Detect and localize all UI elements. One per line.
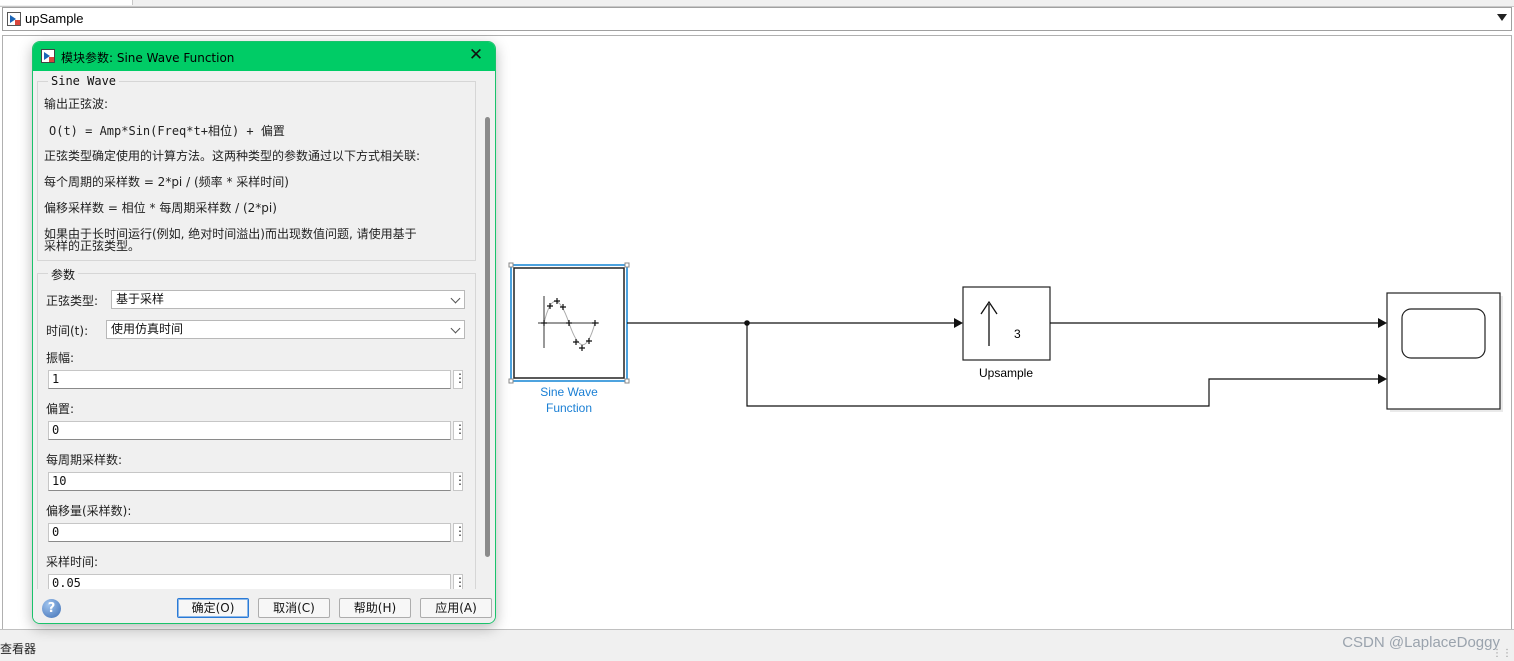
- status-viewer-text[interactable]: 查看器: [0, 640, 36, 657]
- amplitude-label: 振幅:: [46, 351, 75, 365]
- simulink-model-icon: [7, 12, 21, 26]
- description-line: 正弦类型确定使用的计算方法。这两种类型的参数通过以下方式相关联:: [44, 149, 421, 163]
- sine-wave-function-block[interactable]: [508, 262, 630, 384]
- sine-type-value: 基于采样: [116, 292, 165, 306]
- sine-type-label: 正弦类型:: [46, 294, 99, 308]
- time-value: 使用仿真时间: [111, 322, 184, 336]
- apply-button[interactable]: 应用(A): [420, 598, 492, 618]
- description-formula: O(t) = Amp*Sin(Freq*t+相位) + 偏置: [49, 124, 285, 138]
- description-line: 每个周期的采样数 = 2*pi / (频率 * 采样时间): [44, 175, 289, 189]
- description-line: 偏移采样数 = 相位 * 每周期采样数 / (2*pi): [44, 201, 277, 215]
- simulink-block-icon: [41, 49, 55, 63]
- chevron-down-icon: [450, 293, 461, 304]
- more-options-icon[interactable]: ⋮: [453, 472, 466, 491]
- description-group-title: Sine Wave: [48, 74, 120, 88]
- ok-button[interactable]: 确定(O): [177, 598, 249, 618]
- chevron-down-icon: [450, 323, 461, 334]
- more-options-icon[interactable]: ⋮: [453, 523, 466, 542]
- dialog-titlebar[interactable]: 模块参数: Sine Wave Function ✕: [33, 42, 495, 71]
- branch-point: [744, 320, 750, 326]
- model-breadcrumb-bar[interactable]: upSample: [2, 7, 1512, 31]
- more-options-icon[interactable]: ⋮: [453, 574, 466, 589]
- parameters-group-title: 参数: [48, 266, 79, 283]
- sample-time-label: 采样时间:: [46, 555, 99, 569]
- dialog-body[interactable]: Sine Wave 输出正弦波: O(t) = Amp*Sin(Freq*t+相…: [33, 71, 495, 589]
- cancel-button[interactable]: 取消(C): [258, 598, 330, 618]
- offset-samples-field[interactable]: 0: [48, 523, 451, 542]
- samples-per-period-label: 每周期采样数:: [46, 453, 123, 467]
- time-dropdown[interactable]: 使用仿真时间: [106, 320, 465, 339]
- bias-field[interactable]: 0: [48, 421, 451, 440]
- help-button[interactable]: 帮助(H): [339, 598, 411, 618]
- model-tab[interactable]: [0, 0, 133, 5]
- samples-per-period-field[interactable]: 10: [48, 472, 451, 491]
- dialog-footer: ? 确定(O) 取消(C) 帮助(H) 应用(A): [33, 589, 495, 623]
- more-options-icon[interactable]: ⋮: [453, 370, 466, 389]
- time-label: 时间(t):: [46, 324, 89, 338]
- bias-label: 偏置:: [46, 402, 75, 416]
- more-options-icon[interactable]: ⋮: [453, 421, 466, 440]
- sine-type-dropdown[interactable]: 基于采样: [111, 290, 465, 309]
- chevron-down-icon[interactable]: [1497, 14, 1507, 21]
- block-parameters-dialog: 模块参数: Sine Wave Function ✕ Sine Wave 输出正…: [32, 41, 496, 624]
- help-icon[interactable]: ?: [42, 599, 61, 618]
- resize-grip[interactable]: ⋮⋮: [1492, 648, 1512, 659]
- close-icon[interactable]: ✕: [467, 46, 485, 64]
- dialog-scrollbar[interactable]: [485, 117, 490, 557]
- sine-block-label-line1[interactable]: Sine Wave: [540, 385, 598, 399]
- amplitude-field[interactable]: 1: [48, 370, 451, 389]
- offset-samples-label: 偏移量(采样数):: [46, 504, 132, 518]
- watermark: CSDN @LaplaceDoggy: [1342, 634, 1500, 651]
- model-name[interactable]: upSample: [25, 11, 84, 26]
- status-bar: 查看器 CSDN @LaplaceDoggy ⋮⋮: [0, 629, 1514, 661]
- upsample-factor: 3: [1014, 327, 1021, 341]
- description-line: 输出正弦波:: [44, 97, 109, 111]
- dialog-title: 模块参数: Sine Wave Function: [61, 51, 235, 65]
- signal-line-branch-to-scope: [746, 323, 1381, 407]
- upsample-block[interactable]: [962, 286, 1051, 361]
- sample-time-field[interactable]: 0.05: [48, 574, 451, 589]
- upsample-label[interactable]: Upsample: [979, 366, 1033, 380]
- scope-block[interactable]: [1386, 292, 1503, 412]
- tab-strip: [0, 0, 1514, 7]
- description-line: 采样的正弦类型。: [44, 239, 141, 253]
- sine-block-label-line2[interactable]: Function: [546, 401, 592, 415]
